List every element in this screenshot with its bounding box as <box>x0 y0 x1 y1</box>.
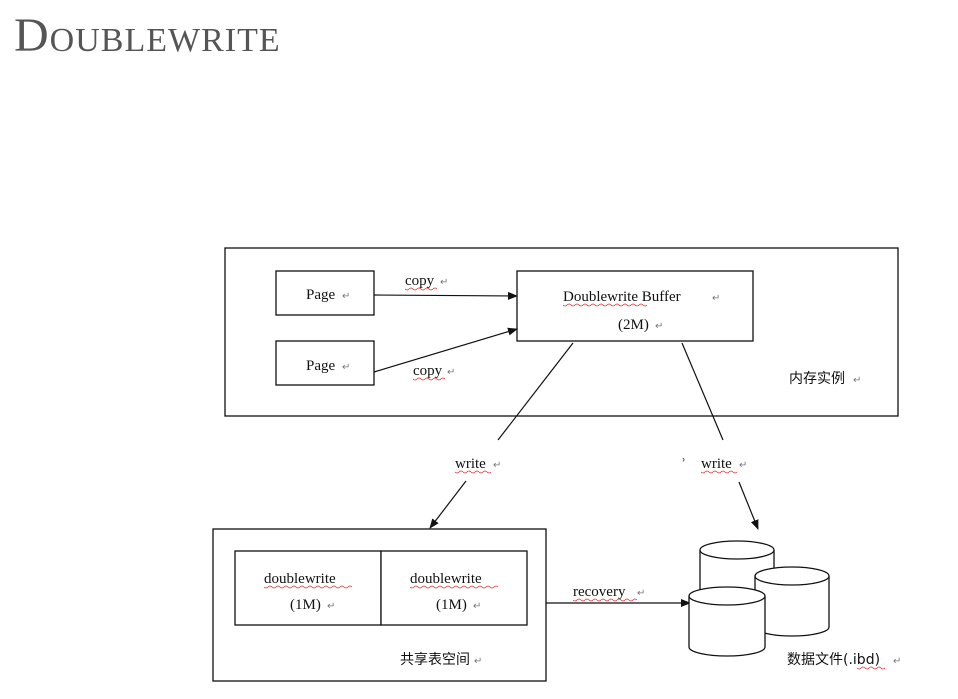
write-arrow-right <box>738 481 759 530</box>
write-line-left-upper <box>497 342 574 441</box>
doublewrite-cell-1 <box>234 550 382 626</box>
database-cylinder-icon <box>688 586 766 657</box>
doublewrite-cell-2-size: (1M) <box>436 597 467 613</box>
pilcrow-mark: ↵ <box>440 277 448 288</box>
pilcrow-mark: ↵ <box>493 460 501 471</box>
pilcrow-mark: ↵ <box>473 601 481 612</box>
pilcrow-mark: ↵ <box>447 367 455 378</box>
shared-tablespace-label: 共享表空间 <box>400 651 470 668</box>
page-label-1: Page <box>306 287 336 303</box>
copy-arrow-2 <box>373 327 518 373</box>
write-line-right-upper <box>681 342 724 441</box>
copy-label-2: copy <box>413 363 443 379</box>
write-label-left: write <box>455 456 486 472</box>
datafile-label: 数据文件(.ibd) <box>787 652 880 668</box>
pilcrow-mark: ↵ <box>655 321 663 332</box>
doublewrite-buffer-size: (2M) <box>618 317 649 333</box>
write-arrow-left <box>429 480 467 529</box>
pilcrow-mark: ↵ <box>327 601 335 612</box>
write-label-right: write <box>701 456 732 472</box>
doublewrite-cell-1-label: doublewrite <box>264 571 336 587</box>
pilcrow-mark: ↵ <box>342 362 350 373</box>
memory-instance-label: 内存实例 <box>789 371 845 387</box>
database-cylinder-icon <box>754 566 830 637</box>
pilcrow-mark: ↵ <box>893 656 901 667</box>
pilcrow-mark: ↵ <box>474 656 482 667</box>
pilcrow-mark: ↵ <box>712 293 720 304</box>
pilcrow-mark: ↵ <box>637 588 645 599</box>
doublewrite-diagram: 内存实例 ↵ Page ↵ Page ↵ Doublewrite Buffer … <box>212 247 901 682</box>
doublewrite-cell-2-label: doublewrite <box>410 571 482 587</box>
stray-mark: ʾ <box>682 457 686 472</box>
copy-label-1: copy <box>405 273 435 289</box>
spellcheck-underline <box>856 666 886 670</box>
pilcrow-mark: ↵ <box>342 291 350 302</box>
page-label-2: Page <box>306 358 336 374</box>
recovery-label: recovery <box>573 584 626 600</box>
doublewrite-buffer-label: Doublewrite Buffer <box>563 289 681 305</box>
copy-arrow-1 <box>373 291 518 300</box>
doublewrite-cell-2 <box>380 550 528 626</box>
pilcrow-mark: ↵ <box>853 375 861 386</box>
pilcrow-mark: ↵ <box>739 460 747 471</box>
doublewrite-cell-1-size: (1M) <box>290 597 321 613</box>
